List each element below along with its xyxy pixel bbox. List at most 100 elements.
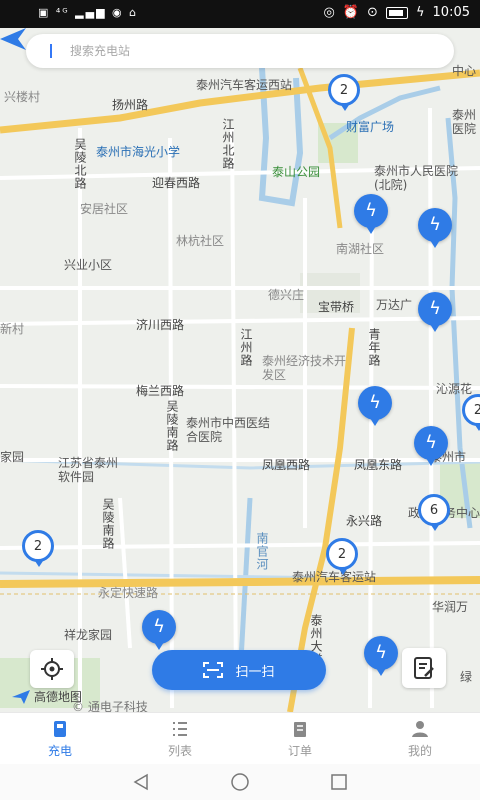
order-icon [294, 721, 306, 737]
notes-button[interactable] [402, 648, 446, 688]
map-label: 吴陵北路 [73, 138, 87, 190]
tab-label: 我的 [407, 743, 432, 758]
map-label: 江州北路 [221, 118, 235, 170]
map-label: 吴陵南路 [165, 400, 179, 452]
charging-icon: ϟ [415, 5, 425, 20]
map-label: 泰州市人民医院(北院) [374, 164, 459, 192]
map-label: 凤凰东路 [354, 458, 403, 472]
charging-station-marker[interactable]: ϟ [358, 386, 392, 426]
bolt-icon: ϟ [153, 616, 165, 637]
map-label: 兴业小区 [64, 258, 113, 272]
charging-station-marker[interactable]: ϟ [142, 610, 176, 650]
charging-station-marker[interactable]: ϟ [418, 208, 452, 248]
map-label: 家园 [0, 450, 25, 464]
map-label: 南官河 [255, 532, 269, 571]
charging-station-marker[interactable]: ϟ [414, 426, 448, 466]
bolt-icon: ϟ [375, 642, 387, 663]
edit-note-icon [414, 657, 434, 679]
map-label: 凤凰西路 [262, 458, 311, 472]
map-canvas [0, 28, 480, 712]
tab-list[interactable]: 列表 [120, 713, 240, 765]
scan-button[interactable]: 扫一扫 [152, 650, 326, 690]
map-label: 兴楼村 [4, 90, 41, 104]
map-label: 泰州市中西医结合医院 [186, 416, 271, 444]
search-input[interactable] [68, 43, 412, 59]
tab-charge[interactable]: 充电 [0, 713, 120, 765]
status-icons-left: ▣ ⁴ᴳ ▂▄▆ ◉ ⌂ [38, 6, 139, 19]
station-cluster-marker[interactable]: 2 [22, 530, 54, 567]
map-label: 新村 [0, 322, 25, 336]
tab-label: 列表 [167, 743, 192, 758]
search-bar[interactable] [26, 34, 454, 68]
cluster-count: 6 [429, 502, 439, 518]
cluster-count: 2 [473, 402, 480, 418]
map-label: 永兴路 [346, 514, 383, 528]
map-label: 华润万 [432, 600, 469, 614]
map-label: 梅兰西路 [136, 384, 185, 398]
map-label: 安居社区 [80, 202, 129, 216]
status-bar: ▣ ⁴ᴳ ▂▄▆ ◉ ⌂ ◎ ⏰ ⊙ ϟ 10:05 [0, 0, 480, 28]
scan-icon [203, 662, 224, 678]
bolt-icon: ϟ [429, 214, 441, 235]
map-label: 南湖社区 [336, 242, 385, 256]
recents-icon[interactable] [330, 773, 348, 791]
locate-button[interactable] [30, 650, 74, 688]
eye-icon: ◎ [323, 5, 335, 20]
map-label: 万达广 [376, 298, 413, 312]
scan-button-label: 扫一扫 [235, 664, 275, 680]
station-cluster-marker[interactable]: 2 [326, 538, 358, 575]
bolt-icon: ϟ [429, 298, 441, 319]
map-label: 林杭社区 [176, 234, 225, 248]
tab-label: 订单 [287, 743, 312, 758]
map-label: 泰州市海光小学 [96, 145, 181, 159]
bottom-tab-bar: 充电 列表 订单 我的 [0, 712, 480, 765]
map-label: 泰州汽车客运站 [292, 570, 377, 584]
map-view[interactable]: 泰州汽车客运西站 扬州路 兴楼村 泰州市海光小学 江州北路 吴陵北路 迎春西路 … [0, 28, 480, 712]
map-label: 江州路 [239, 328, 253, 367]
station-cluster-marker[interactable]: 6 [418, 494, 450, 531]
location-icon: ⊙ [367, 5, 378, 20]
tab-orders[interactable]: 订单 [240, 713, 360, 765]
cluster-count: 2 [337, 546, 347, 562]
battery-icon [385, 6, 408, 19]
map-label: 泰州汽车客运西站 [196, 78, 293, 92]
bolt-icon: ϟ [365, 200, 377, 221]
bolt-icon: ϟ [425, 432, 437, 453]
cluster-count: 2 [33, 538, 43, 554]
cluster-count: 2 [339, 82, 349, 98]
station-cluster-marker[interactable]: 2 [328, 74, 360, 111]
map-label: 迎春西路 [152, 176, 201, 190]
map-label: 泰州经济技术开发区 [262, 354, 347, 382]
tab-mine[interactable]: 我的 [360, 713, 480, 765]
gaode-logo-icon [12, 689, 30, 704]
map-label: 永定快速路 [98, 586, 159, 600]
map-label: 祥龙家园 [64, 628, 113, 642]
current-location-icon [0, 28, 26, 50]
map-label: 青年路 [367, 328, 381, 367]
charging-station-marker[interactable]: ϟ [364, 636, 398, 676]
map-label: 吴陵南路 [101, 498, 115, 550]
home-icon[interactable] [230, 772, 250, 792]
map-label: 财富广场 [346, 120, 395, 134]
charge-pile-icon [54, 720, 66, 737]
map-label: 泰山公园 [272, 165, 321, 179]
map-label: 江苏省泰州软件园 [58, 456, 119, 484]
alarm-icon: ⏰ [342, 5, 360, 20]
map-label: 德兴庄 [268, 288, 305, 302]
user-icon [412, 720, 428, 737]
map-label: 济川西路 [136, 318, 185, 332]
map-label: 中心 [452, 64, 477, 78]
charging-station-marker[interactable]: ϟ [418, 292, 452, 332]
map-label: 泰州医院 [452, 108, 477, 136]
tab-label: 充电 [47, 743, 72, 758]
system-nav-bar [0, 764, 480, 800]
back-icon[interactable] [132, 773, 150, 791]
search-caret [50, 44, 52, 58]
status-icons-right: ◎ ⏰ ⊙ ϟ 10:05 [324, 5, 470, 20]
charging-station-marker[interactable]: ϟ [354, 194, 388, 234]
map-label: 沁源花 [436, 382, 473, 396]
list-icon [173, 721, 187, 736]
map-label: 绿 [460, 670, 473, 684]
status-time: 10:05 [432, 5, 470, 20]
map-label: 宝带桥 [318, 300, 355, 314]
